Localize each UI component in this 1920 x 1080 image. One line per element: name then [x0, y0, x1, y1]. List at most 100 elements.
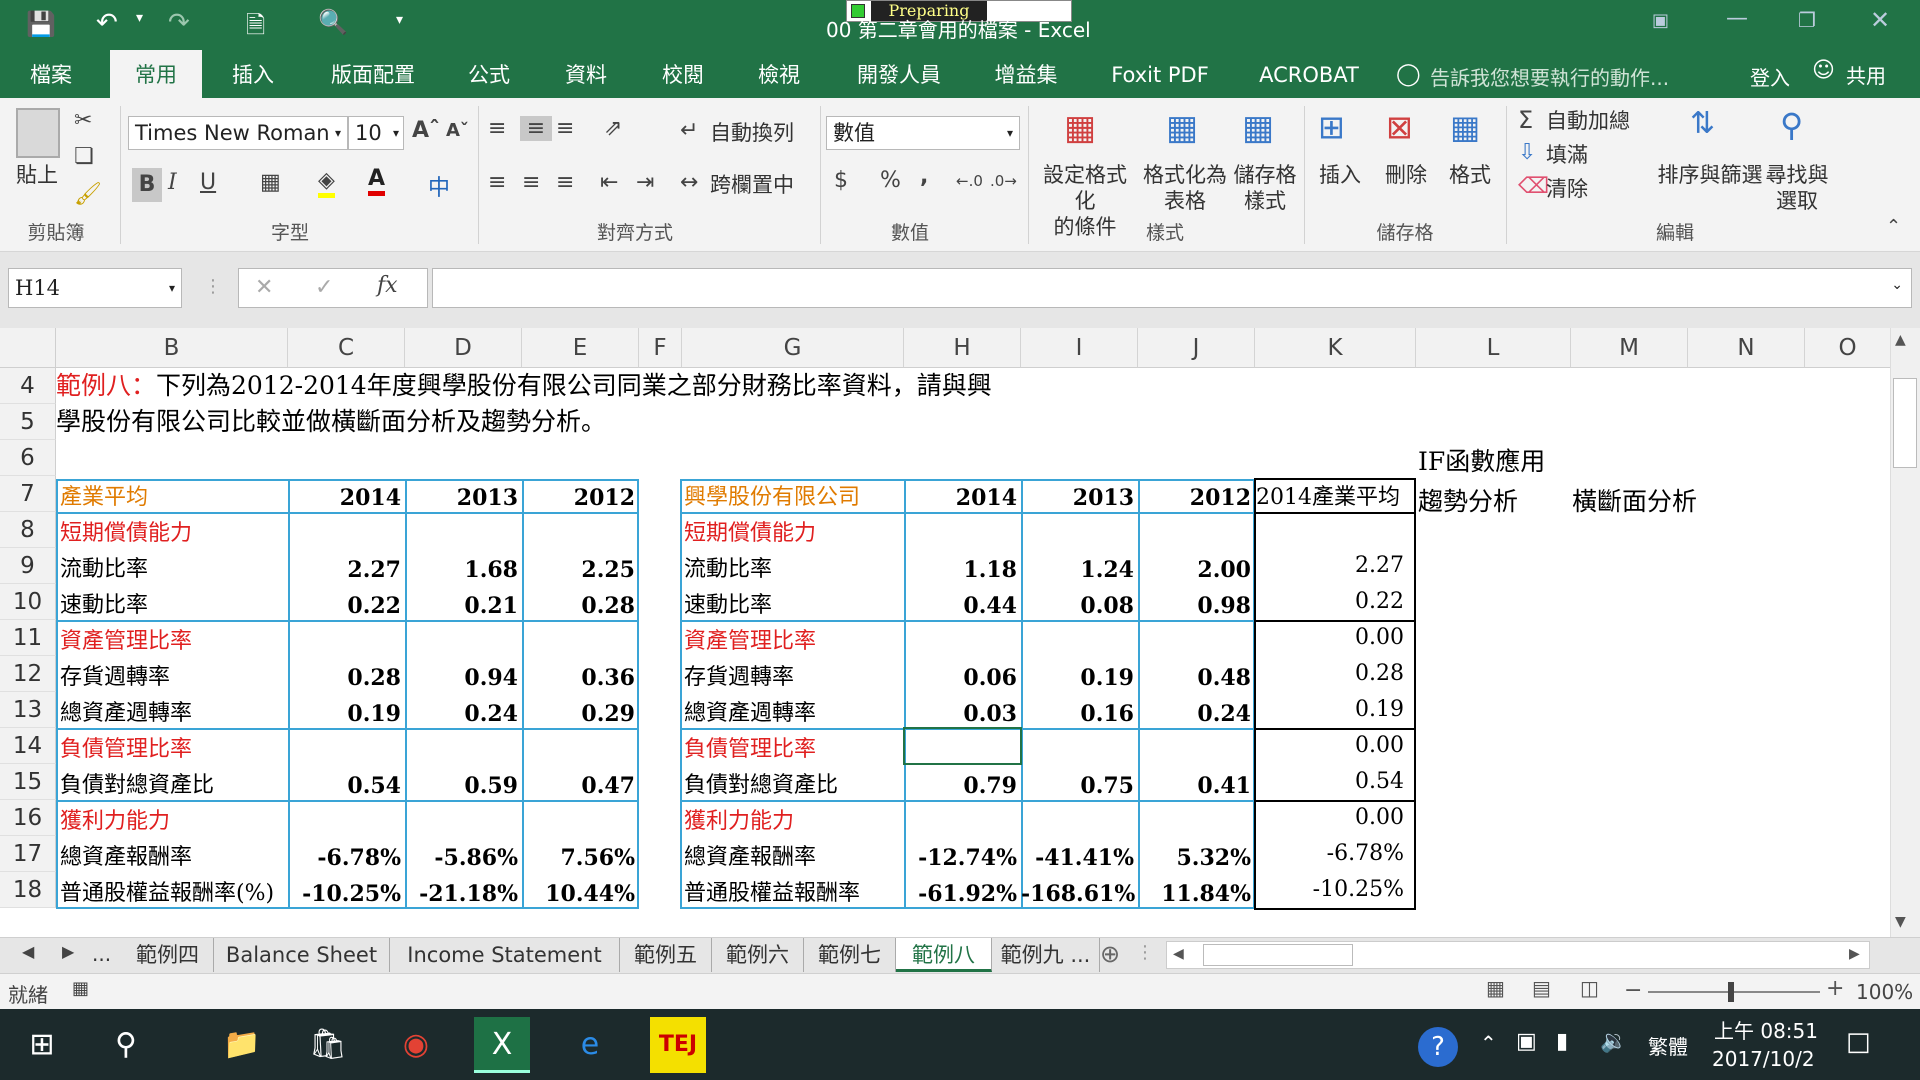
- row-header-5[interactable]: 5: [0, 404, 56, 440]
- industry-value[interactable]: -21.18%: [405, 872, 522, 908]
- phonetic-icon[interactable]: 中: [428, 170, 450, 202]
- col-header-c[interactable]: C: [288, 328, 405, 368]
- industry-category-label[interactable]: 負債管理比率: [60, 728, 286, 764]
- company-value[interactable]: [904, 512, 1021, 548]
- more-sheets-left[interactable]: ...: [92, 942, 111, 966]
- company-year-2014[interactable]: 2014: [904, 476, 1021, 512]
- insert-function-icon[interactable]: fx: [377, 273, 398, 298]
- minimize-icon[interactable]: —: [1726, 6, 1748, 31]
- company-value[interactable]: -12.74%: [904, 836, 1021, 872]
- industry-value[interactable]: 0.54: [288, 764, 405, 800]
- align-top-icon[interactable]: ≡: [488, 116, 506, 141]
- tab-data[interactable]: 資料: [554, 50, 618, 98]
- show-hidden-icons[interactable]: ⌃: [1480, 1031, 1497, 1055]
- company-value[interactable]: 2.00: [1138, 548, 1255, 584]
- decrease-decimal-icon[interactable]: .0→: [990, 172, 1017, 190]
- internet-explorer-icon[interactable]: e: [562, 1017, 618, 1073]
- industry-value[interactable]: 2.25: [522, 548, 639, 584]
- k-industry-value[interactable]: 0.22: [1256, 584, 1412, 620]
- cancel-icon[interactable]: ✕: [255, 275, 273, 300]
- borders-icon[interactable]: ▦: [260, 170, 281, 195]
- chrome-icon[interactable]: ◉: [388, 1017, 444, 1073]
- paste-button[interactable]: 貼上: [12, 162, 62, 188]
- row-header-10[interactable]: 10: [0, 584, 56, 620]
- formula-input[interactable]: ⌄: [432, 268, 1912, 308]
- clear-button[interactable]: 清除: [1546, 176, 1588, 202]
- windows-start-icon[interactable]: ⊞: [14, 1017, 70, 1073]
- industry-value[interactable]: 0.21: [405, 584, 522, 620]
- align-right-icon[interactable]: ≡: [556, 170, 574, 195]
- col-header-e[interactable]: E: [522, 328, 639, 368]
- font-name-box[interactable]: Times New Roman ▾: [128, 116, 348, 150]
- industry-value[interactable]: 10.44%: [522, 872, 639, 908]
- tab-addins[interactable]: 增益集: [986, 50, 1066, 98]
- tab-formulas[interactable]: 公式: [458, 50, 520, 98]
- tab-review[interactable]: 校閱: [650, 50, 716, 98]
- industry-value[interactable]: [405, 620, 522, 656]
- industry-year-2013[interactable]: 2013: [405, 476, 522, 512]
- industry-row-label[interactable]: 存貨週轉率: [60, 656, 286, 692]
- industry-value[interactable]: 1.68: [405, 548, 522, 584]
- row-header-15[interactable]: 15: [0, 764, 56, 800]
- industry-value[interactable]: -5.86%: [405, 836, 522, 872]
- industry-row-label[interactable]: 流動比率: [60, 548, 286, 584]
- industry-value[interactable]: 0.94: [405, 656, 522, 692]
- industry-category-label[interactable]: 資產管理比率: [60, 620, 286, 656]
- col-header-i[interactable]: I: [1021, 328, 1138, 368]
- increase-font-icon[interactable]: Aˆ: [412, 118, 440, 143]
- input-language[interactable]: 繁體: [1648, 1031, 1688, 1060]
- fill-button[interactable]: 填滿: [1546, 142, 1588, 168]
- col-header-h[interactable]: H: [904, 328, 1021, 368]
- format-table-icon[interactable]: ▦: [1166, 108, 1198, 148]
- col-header-f[interactable]: F: [639, 328, 682, 368]
- name-box[interactable]: H14 ▾: [8, 268, 182, 308]
- industry-value[interactable]: 0.59: [405, 764, 522, 800]
- k-industry-value[interactable]: 0.54: [1256, 764, 1412, 800]
- restore-icon[interactable]: ❐: [1798, 8, 1816, 32]
- increase-decimal-icon[interactable]: ←.0: [956, 172, 983, 190]
- format-cells-button[interactable]: 格式: [1444, 162, 1496, 188]
- new-file-icon[interactable]: 🗎: [246, 8, 265, 49]
- notifications-icon[interactable]: □: [1846, 1027, 1871, 1057]
- row-header-6[interactable]: 6: [0, 440, 56, 476]
- italic-button[interactable]: I: [168, 170, 177, 195]
- sheet-tab-example-7[interactable]: 範例七: [804, 938, 896, 972]
- company-value[interactable]: 11.84%: [1138, 872, 1255, 908]
- k-industry-value[interactable]: -10.25%: [1256, 872, 1412, 908]
- cell-styles-icon[interactable]: ▦: [1242, 108, 1274, 148]
- volume-icon[interactable]: 🔉: [1600, 1029, 1627, 1054]
- company-row-label[interactable]: 總資產報酬率: [684, 836, 902, 872]
- search-icon[interactable]: ⚲: [98, 1017, 154, 1073]
- sheet-tab-balance-sheet[interactable]: Balance Sheet: [214, 938, 390, 972]
- industry-value[interactable]: 0.24: [405, 692, 522, 728]
- sheet-tab-example-8[interactable]: 範例八: [896, 938, 992, 972]
- insert-cells-button[interactable]: 插入: [1314, 162, 1366, 188]
- zoom-in-icon[interactable]: +: [1826, 976, 1844, 1001]
- company-value[interactable]: -168.61%: [1021, 872, 1138, 908]
- signin-link[interactable]: 登入: [1750, 62, 1790, 91]
- col-header-k[interactable]: K: [1255, 328, 1416, 368]
- network-icon[interactable]: ▣: [1516, 1029, 1537, 1054]
- next-sheet-icon[interactable]: ▶: [62, 942, 74, 961]
- row-header-17[interactable]: 17: [0, 836, 56, 872]
- zoom-out-icon[interactable]: −: [1624, 978, 1642, 1003]
- prev-sheet-icon[interactable]: ◀: [22, 942, 34, 961]
- cell-styles-button[interactable]: 儲存格 樣式: [1230, 162, 1300, 214]
- industry-value[interactable]: -10.25%: [288, 872, 405, 908]
- scroll-thumb[interactable]: [1893, 378, 1917, 468]
- row-header-18[interactable]: 18: [0, 872, 56, 908]
- company-value[interactable]: [1138, 728, 1255, 764]
- company-value[interactable]: 0.08: [1021, 584, 1138, 620]
- industry-row-label[interactable]: 速動比率: [60, 584, 286, 620]
- percent-button[interactable]: %: [880, 168, 901, 193]
- company-row-label[interactable]: 負債對總資產比: [684, 764, 902, 800]
- k-industry-value[interactable]: 2.27: [1256, 548, 1412, 584]
- tab-acrobat[interactable]: ACROBAT: [1252, 50, 1366, 98]
- sheet-tab-example-4[interactable]: 範例四: [122, 938, 214, 972]
- industry-value[interactable]: 0.22: [288, 584, 405, 620]
- company-value[interactable]: [1021, 728, 1138, 764]
- conditional-format-icon[interactable]: ▦: [1064, 108, 1096, 148]
- company-value[interactable]: 0.06: [904, 656, 1021, 692]
- company-row-label[interactable]: 流動比率: [684, 548, 902, 584]
- company-value[interactable]: 0.19: [1021, 656, 1138, 692]
